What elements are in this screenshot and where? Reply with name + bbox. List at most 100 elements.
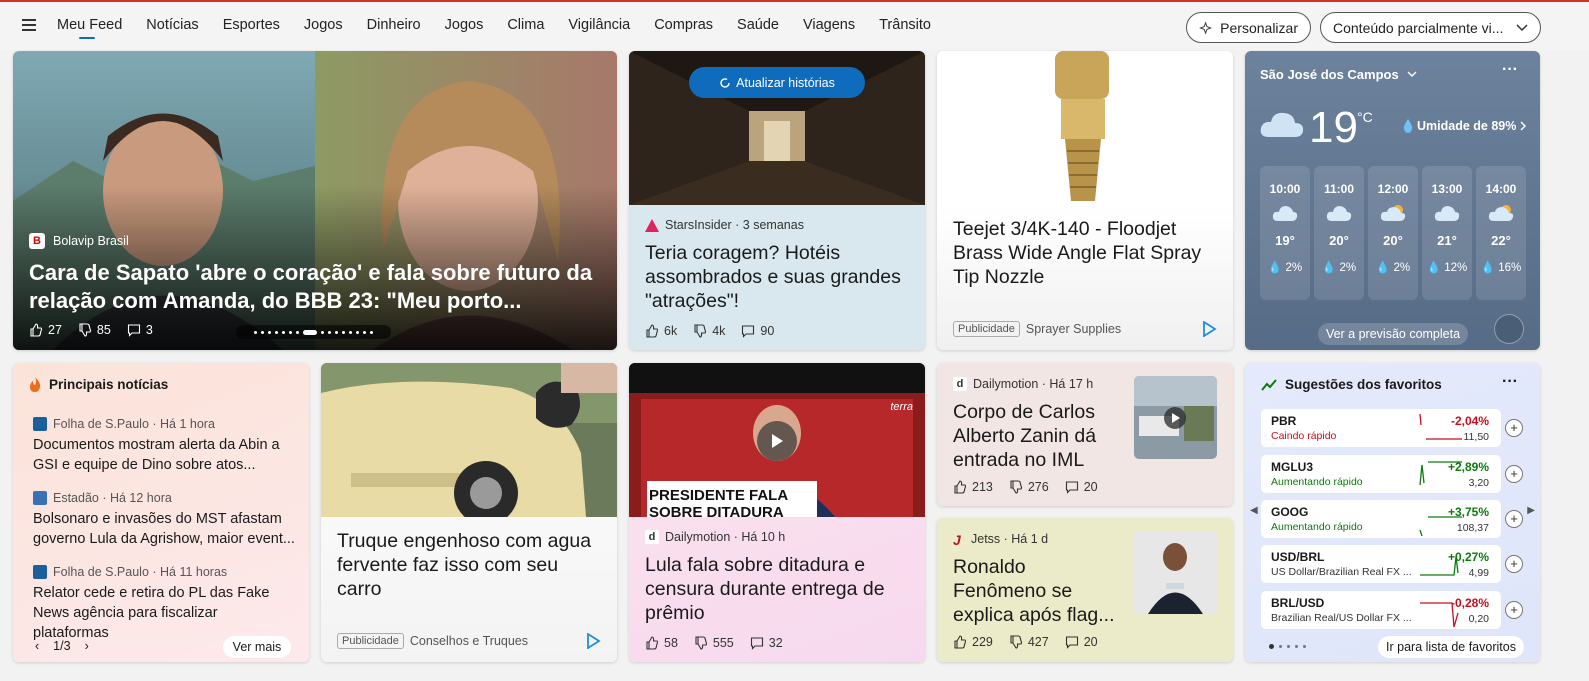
ronaldo-story-card[interactable]: J Jetss · Há 1 d Ronaldo Fenômeno se exp… (937, 518, 1233, 662)
like-button[interactable]: 6k (645, 324, 677, 338)
watchlist-row[interactable]: PBR Caindo rápido -2,04% 11,50 + (1261, 409, 1523, 447)
tab-vigilancia[interactable]: Vigilância (568, 17, 630, 33)
hour-temp: 20° (1383, 233, 1403, 248)
weather-card[interactable]: São José dos Campos ··· 19 °C Umidade de… (1245, 51, 1540, 350)
thumbs-up-icon (646, 324, 659, 338)
scroll-left-icon[interactable]: ◀ (1250, 505, 1258, 516)
hotel-story-card[interactable]: Atualizar histórias StarsInsider · 3 sem… (629, 51, 925, 350)
tab-jogos[interactable]: Jogos (304, 17, 343, 33)
chevron-right-icon[interactable]: › (85, 639, 89, 653)
hourly-forecast-item[interactable]: 13:00 21° 💧 12% (1422, 166, 1472, 300)
news-item[interactable]: Folha de S.Paulo · Há 1 hora Documentos … (33, 417, 295, 475)
like-button[interactable]: 27 (29, 323, 62, 337)
comment-button[interactable]: 20 (1065, 480, 1098, 494)
humidity-link[interactable]: Umidade de 89% (1403, 119, 1527, 133)
chevron-left-icon[interactable]: ‹ (35, 639, 39, 653)
dislike-button[interactable]: 85 (78, 323, 111, 337)
news-headline[interactable]: Relator cede e retira do PL das Fake New… (33, 583, 295, 643)
watchlist-row[interactable]: BRL/USD Brazilian Real/US Dollar FX ... -0… (1261, 591, 1523, 629)
news-headline[interactable]: Bolsonaro e invasões do MST afastam gove… (33, 509, 295, 549)
adchoices-icon[interactable] (585, 633, 601, 649)
tab-jogos-2[interactable]: Jogos (445, 17, 484, 33)
hourly-forecast-item[interactable]: 12:00 20° 💧 2% (1368, 166, 1418, 300)
tab-noticias[interactable]: Notícias (146, 17, 198, 33)
brass-nozzle-image (937, 51, 1233, 205)
carousel-dots[interactable] (236, 325, 391, 339)
comment-button[interactable]: 20 (1065, 635, 1098, 649)
ronaldo-thumbnail[interactable] (1134, 531, 1217, 614)
more-options-icon[interactable]: ··· (1502, 61, 1518, 79)
watchlist-row[interactable]: GOOG Aumentando rápido +3,75% 108,37 + (1261, 500, 1523, 538)
add-to-watchlist-button[interactable]: + (1505, 555, 1523, 573)
stock-subtitle: US Dollar/Brazilian Real FX ... (1271, 566, 1412, 578)
comment-button[interactable]: 3 (127, 323, 153, 337)
lula-video-card[interactable]: PRESIDENTE FALA SOBRE DITADURA terra d D… (629, 363, 925, 662)
starsinsider-logo-icon (645, 218, 659, 232)
weather-location[interactable]: São José dos Campos (1260, 67, 1417, 82)
tab-clima[interactable]: Clima (507, 17, 544, 33)
news-item[interactable]: Estadão · Há 12 hora Bolsonaro e invasõe… (33, 491, 295, 549)
hourly-forecast-item[interactable]: 11:00 20° 💧 2% (1314, 166, 1364, 300)
scroll-right-icon[interactable]: ▶ (1527, 505, 1535, 516)
add-to-watchlist-button[interactable]: + (1505, 419, 1523, 437)
more-options-icon[interactable]: ··· (1502, 373, 1518, 391)
tab-viagens[interactable]: Viagens (803, 17, 855, 33)
zanin-headline[interactable]: Corpo de Carlos Alberto Zanin dá entrada… (953, 400, 1121, 472)
tab-dinheiro[interactable]: Dinheiro (367, 17, 421, 33)
like-button[interactable]: 58 (645, 636, 678, 650)
hamburger-menu-icon[interactable] (22, 19, 36, 31)
hero-story-card[interactable]: B Bolavip Brasil Cara de Sapato 'abre o … (13, 51, 617, 350)
stock-change: +0,27% (1447, 550, 1489, 564)
tab-transito[interactable]: Trânsito (879, 17, 931, 33)
zanin-video-thumbnail[interactable] (1134, 376, 1217, 459)
dislike-button[interactable]: 427 (1009, 635, 1049, 649)
hourly-forecast-item[interactable]: 14:00 22° 💧 16% (1476, 166, 1526, 300)
watchlist-link[interactable]: Ir para lista de favoritos (1378, 636, 1524, 658)
car-ad-headline[interactable]: Truque engenhoso com agua fervente faz i… (337, 529, 607, 601)
zanin-story-card[interactable]: d Dailymotion · Há 17 h Corpo de Carlos … (937, 363, 1233, 506)
tab-saude[interactable]: Saúde (737, 17, 779, 33)
tab-compras[interactable]: Compras (654, 17, 713, 33)
hero-headline[interactable]: Cara de Sapato 'abre o coração' e fala s… (29, 259, 599, 315)
news-source-label: Folha de S.Paulo · Há 11 horas (53, 565, 228, 579)
comment-button[interactable]: 32 (750, 636, 783, 650)
adchoices-icon[interactable] (1201, 321, 1217, 337)
news-item[interactable]: Folha de S.Paulo · Há 11 horas Relator c… (33, 565, 295, 643)
watchlist-pager-dots[interactable] (1269, 644, 1306, 649)
refresh-stories-button[interactable]: Atualizar histórias (689, 67, 865, 98)
news-headline[interactable]: Documentos mostram alerta da Abin a GSI … (33, 435, 295, 475)
personalize-button[interactable]: Personalizar (1186, 12, 1311, 43)
like-button[interactable]: 229 (953, 635, 993, 649)
add-to-watchlist-button[interactable]: + (1505, 510, 1523, 528)
weather-map-thumbnail[interactable] (1494, 314, 1524, 344)
dislike-button[interactable]: 276 (1009, 480, 1049, 494)
ronaldo-headline[interactable]: Ronaldo Fenômeno se explica após flag... (953, 555, 1123, 627)
dislike-button[interactable]: 4k (693, 324, 725, 338)
hour-time: 12:00 (1377, 182, 1409, 196)
hour-precip: 💧 2% (1375, 262, 1411, 274)
estadao-logo-icon (33, 491, 47, 505)
full-forecast-link[interactable]: Ver a previsão completa (1318, 323, 1468, 345)
play-button[interactable] (757, 421, 797, 461)
partly-sunny-icon (1488, 205, 1514, 221)
see-more-button[interactable]: Ver mais (223, 636, 291, 658)
add-to-watchlist-button[interactable]: + (1505, 465, 1523, 483)
content-visibility-select[interactable]: Conteúdo parcialmente vi... (1320, 12, 1541, 43)
car-ad-card[interactable]: Truque engenhoso com agua fervente faz i… (321, 363, 617, 662)
lula-headline[interactable]: Lula fala sobre ditadura e censura duran… (645, 553, 915, 625)
like-button[interactable]: 213 (953, 480, 993, 494)
hotel-headline[interactable]: Teria coragem? Hotéis assombrados e suas… (645, 241, 915, 313)
add-to-watchlist-button[interactable]: + (1505, 601, 1523, 619)
tab-meu-feed[interactable]: Meu Feed (57, 17, 122, 39)
watchlist-row[interactable]: MGLU3 Aumentando rápido +2,89% 3,20 + (1261, 455, 1523, 493)
sparkle-edit-icon (1199, 20, 1213, 35)
comment-button[interactable]: 90 (741, 324, 774, 338)
nozzle-ad-card[interactable]: Teejet 3/4K-140 - Floodjet Brass Wide An… (937, 51, 1233, 350)
nozzle-ad-headline[interactable]: Teejet 3/4K-140 - Floodjet Brass Wide An… (953, 217, 1223, 289)
tab-esportes[interactable]: Esportes (223, 17, 280, 33)
watchlist-row[interactable]: USD/BRL US Dollar/Brazilian Real FX ... +0… (1261, 545, 1523, 583)
hourly-forecast-item[interactable]: 10:00 19° 💧 2% (1260, 166, 1310, 300)
dailymotion-logo-icon: d (953, 377, 967, 391)
dislike-button[interactable]: 555 (694, 636, 734, 650)
water-drop-icon (1403, 119, 1413, 133)
